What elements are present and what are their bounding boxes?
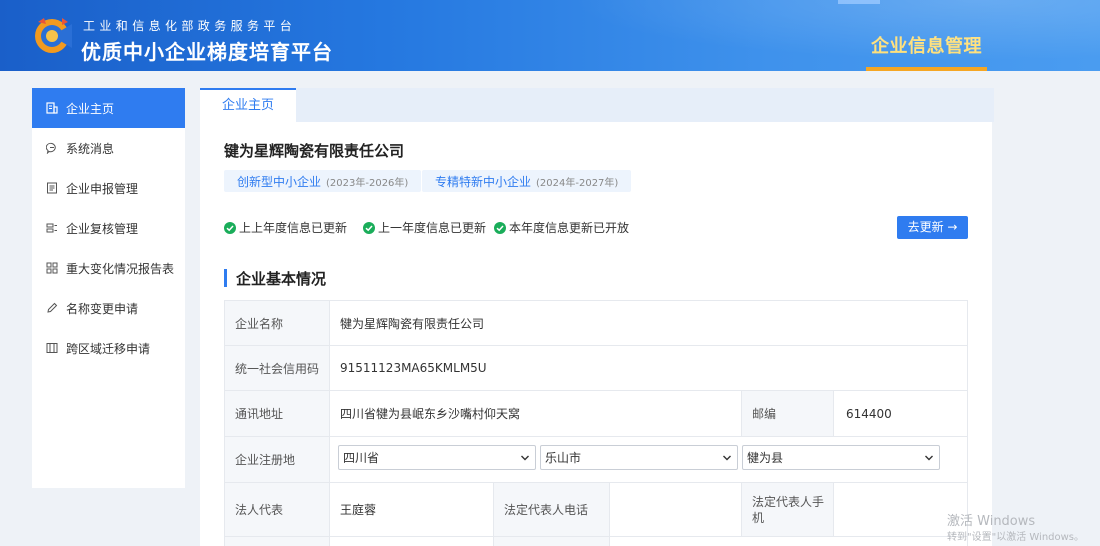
value-postcode: 614400 xyxy=(834,391,968,437)
value-address: 四川省犍为县岷东乡沙嘴村仰天窝 xyxy=(330,391,742,437)
company-name-title: 键为星辉陶瓷有限责任公司 xyxy=(224,142,405,160)
label-legal-rep-phone: 法定代表人电话 xyxy=(494,483,610,537)
value-legal-rep-phone xyxy=(610,483,742,537)
qualification-badge: 创新型中小企业 (2023年-2026年) xyxy=(224,170,422,192)
sidebar-item-label: 企业申报管理 xyxy=(66,181,139,196)
value-next-row xyxy=(330,537,494,546)
badge-period: (2023年-2026年) xyxy=(326,177,409,189)
sidebar-item-label: 系统消息 xyxy=(66,141,115,156)
county-select-value: 犍为县 xyxy=(747,451,784,465)
sidebar-item-label: 企业主页 xyxy=(66,101,115,116)
status-text: 上一年度信息已更新 xyxy=(378,221,487,235)
chevron-down-icon xyxy=(723,455,731,461)
label-postcode: 邮编 xyxy=(742,391,834,437)
go-update-button[interactable]: 去更新 → xyxy=(897,216,968,239)
registered-location-selects: 四川省 乐山市 犍为县 xyxy=(330,437,968,483)
status-item: 本年度信息更新已开放 xyxy=(494,219,629,236)
label-registered-location: 企业注册地 xyxy=(224,437,330,483)
province-select-value: 四川省 xyxy=(343,451,380,465)
home-doc-icon xyxy=(46,102,58,114)
label-company-name: 企业名称 xyxy=(224,301,330,346)
nav-enterprise-info-management[interactable]: 企业信息管理 xyxy=(866,28,987,71)
basic-info-table: 企业名称 犍为星辉陶瓷有限责任公司 统一社会信用码 91511123MA65KM… xyxy=(224,300,968,546)
sidebar: 企业主页 系统消息 企业申报管理 企业复核管理 重大变化情况报告表 名称变更申请 xyxy=(32,88,185,488)
sidebar-item-system-messages[interactable]: 系统消息 xyxy=(32,128,185,168)
province-select[interactable]: 四川省 xyxy=(338,445,536,470)
label-legal-rep-mobile: 法定代表人手机 xyxy=(742,483,834,537)
sidebar-item-name-change[interactable]: 名称变更申请 xyxy=(32,288,185,328)
status-text: 本年度信息更新已开放 xyxy=(509,221,630,235)
city-select-value: 乐山市 xyxy=(545,451,582,465)
sidebar-item-label: 跨区域迁移申请 xyxy=(66,341,151,356)
label-credit-code: 统一社会信用码 xyxy=(224,346,330,391)
review-icon xyxy=(46,222,58,234)
sidebar-item-declaration-management[interactable]: 企业申报管理 xyxy=(32,168,185,208)
badge-name: 创新型中小企业 xyxy=(237,174,322,189)
list-icon xyxy=(46,182,58,194)
sidebar-item-enterprise-home[interactable]: 企业主页 xyxy=(32,88,185,128)
city-select[interactable]: 乐山市 xyxy=(540,445,738,470)
label-next-row xyxy=(224,537,330,546)
qualification-badge: 专精特新中小企业 (2024年-2027年) xyxy=(422,170,632,192)
tab-enterprise-home[interactable]: 企业主页 xyxy=(200,88,296,122)
value-credit-code: 91511123MA65KMLM5U xyxy=(330,346,968,391)
sidebar-item-label: 企业复核管理 xyxy=(66,221,139,236)
platform-logo-icon xyxy=(35,18,72,53)
tab-bar: 企业主页 xyxy=(200,88,994,122)
county-select[interactable]: 犍为县 xyxy=(742,445,940,470)
chevron-down-icon xyxy=(925,455,933,461)
status-item: 上上年度信息已更新 xyxy=(224,219,347,236)
badge-name: 专精特新中小企业 xyxy=(435,174,532,189)
value-legal-representative: 王庭蓉 xyxy=(330,483,494,537)
nav-active-underline xyxy=(866,67,987,71)
sidebar-item-label: 名称变更申请 xyxy=(66,301,139,316)
label-next-row xyxy=(494,537,610,546)
transfer-icon xyxy=(46,342,58,354)
status-item: 上一年度信息已更新 xyxy=(363,219,486,236)
top-header: 工业和信息化部政务服务平台 优质中小企业梯度培育平台 企业信息管理 xyxy=(0,0,1100,71)
sidebar-item-cross-region-migration[interactable]: 跨区域迁移申请 xyxy=(32,328,185,368)
value-next-row xyxy=(610,537,968,546)
message-icon xyxy=(46,142,58,154)
label-address: 通讯地址 xyxy=(224,391,330,437)
windows-activation-hint: 转到"设置"以激活 Windows。 xyxy=(947,532,1085,543)
header-subtitle: 工业和信息化部政务服务平台 xyxy=(83,19,297,33)
badge-period: (2024年-2027年) xyxy=(536,177,619,189)
check-circle-icon xyxy=(494,221,506,234)
status-text: 上上年度信息已更新 xyxy=(239,221,348,235)
windows-activation-watermark: 激活 Windows xyxy=(947,514,1036,529)
section-title: 企业基本情况 xyxy=(236,270,327,288)
sidebar-item-label: 重大变化情况报告表 xyxy=(66,261,175,276)
grid-icon xyxy=(46,262,58,274)
label-legal-representative: 法人代表 xyxy=(224,483,330,537)
sidebar-item-review-management[interactable]: 企业复核管理 xyxy=(32,208,185,248)
chevron-down-icon xyxy=(521,455,529,461)
main-panel: 键为星辉陶瓷有限责任公司 创新型中小企业 (2023年-2026年) 专精特新中… xyxy=(200,122,992,546)
header-top-indicator xyxy=(838,0,880,4)
section-marker xyxy=(224,269,227,287)
check-circle-icon xyxy=(224,221,236,234)
check-circle-icon xyxy=(363,221,375,234)
sidebar-item-major-change-report[interactable]: 重大变化情况报告表 xyxy=(32,248,185,288)
header-title: 优质中小企业梯度培育平台 xyxy=(81,40,333,64)
pencil-icon xyxy=(46,302,58,314)
value-company-name: 犍为星辉陶瓷有限责任公司 xyxy=(330,301,968,346)
